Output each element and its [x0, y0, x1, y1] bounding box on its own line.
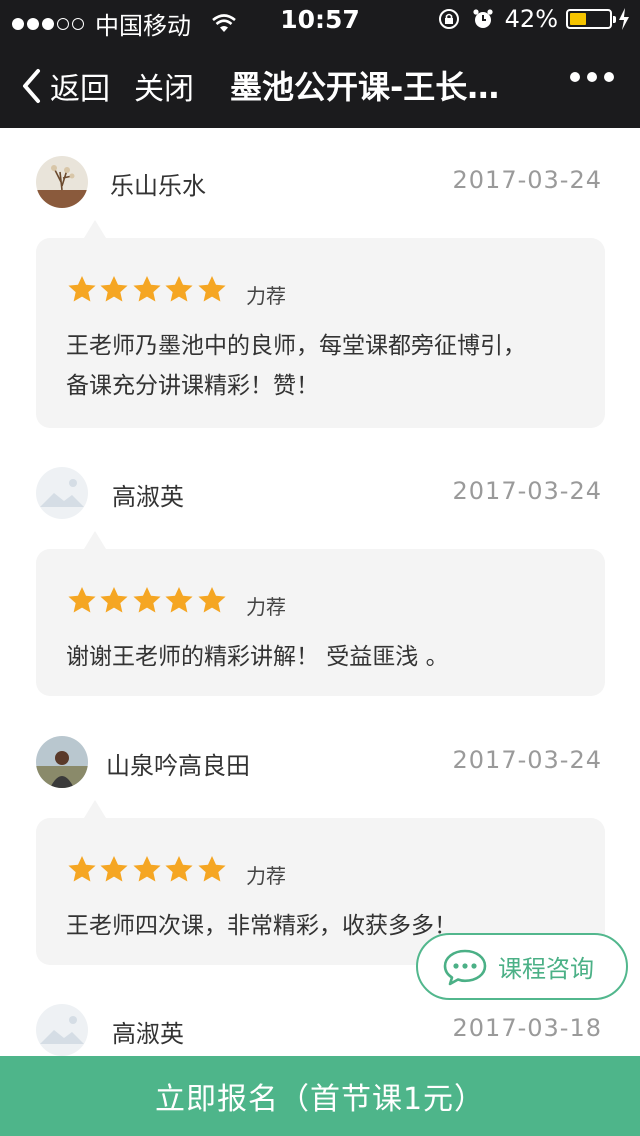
back-button[interactable]: 返回 [20, 64, 110, 108]
star-icon [68, 586, 96, 613]
battery-percent: 42% [504, 5, 558, 33]
more-dots-icon[interactable] [563, 72, 614, 82]
review-bubble: 力荐 王老师乃墨池中的良师，每堂课都旁征博引，备课充分讲课精彩！赞！ [36, 220, 605, 428]
chevron-left-icon [23, 69, 40, 103]
rotation-lock-icon [437, 7, 461, 31]
star-icon [198, 275, 226, 302]
review-date: 2017-03-24 [452, 477, 602, 505]
charging-bolt-icon [618, 8, 630, 30]
review-username: 乐山乐水 [110, 172, 206, 200]
review-username: 高淑英 [112, 483, 184, 511]
status-bar-right: 42% [427, 5, 630, 33]
star-icon [133, 586, 161, 613]
reviews-list[interactable]: 乐山乐水 2017-03-24 力荐 王老师乃墨池中的良师，每堂课都旁征博引，备… [0, 128, 640, 1056]
status-bar: 中国移动 10:57 42% [0, 0, 640, 40]
avatar [36, 1004, 88, 1056]
star-rating [66, 585, 228, 616]
rating-label: 力荐 [246, 284, 286, 308]
rating-label: 力荐 [246, 864, 286, 888]
star-icon [100, 275, 128, 302]
alarm-icon [471, 7, 495, 31]
review-date: 2017-03-24 [452, 746, 602, 774]
review-date: 2017-03-24 [452, 166, 602, 194]
star-icon [133, 855, 161, 882]
star-icon [68, 855, 96, 882]
avatar [36, 736, 88, 788]
enroll-button[interactable]: 立即报名（首节课1元） [0, 1056, 640, 1136]
nav-bar: 返回 关闭 墨池公开课-王长… [0, 40, 640, 128]
review-username: 山泉吟高良田 [106, 752, 250, 780]
back-label: 返回 [50, 72, 110, 107]
rating-label: 力荐 [246, 595, 286, 619]
review-comment: 谢谢王老师的精彩讲解！ 受益匪浅 。 [66, 644, 449, 670]
avatar [36, 156, 88, 208]
review-bubble: 力荐 谢谢王老师的精彩讲解！ 受益匪浅 。 [36, 531, 605, 696]
star-icon [165, 586, 193, 613]
star-icon [100, 586, 128, 613]
star-icon [165, 855, 193, 882]
page-title: 墨池公开课-王长… [230, 68, 500, 106]
avatar [36, 467, 88, 519]
star-rating [66, 274, 228, 305]
star-icon [68, 275, 96, 302]
chat-bubble-icon [443, 949, 487, 985]
star-icon [165, 275, 193, 302]
consult-label: 课程咨询 [498, 955, 594, 983]
course-consult-button[interactable]: 课程咨询 [416, 933, 628, 1000]
review-username: 高淑英 [112, 1020, 184, 1048]
star-icon [133, 275, 161, 302]
review-date: 2017-03-18 [452, 1014, 602, 1042]
star-icon [198, 586, 226, 613]
close-button[interactable]: 关闭 [134, 64, 194, 108]
star-rating [66, 854, 228, 885]
star-icon [100, 855, 128, 882]
star-icon [198, 855, 226, 882]
review-comment: 王老师乃墨池中的良师，每堂课都旁征博引，备课充分讲课精彩！赞！ [66, 333, 526, 399]
battery-icon [566, 9, 616, 29]
